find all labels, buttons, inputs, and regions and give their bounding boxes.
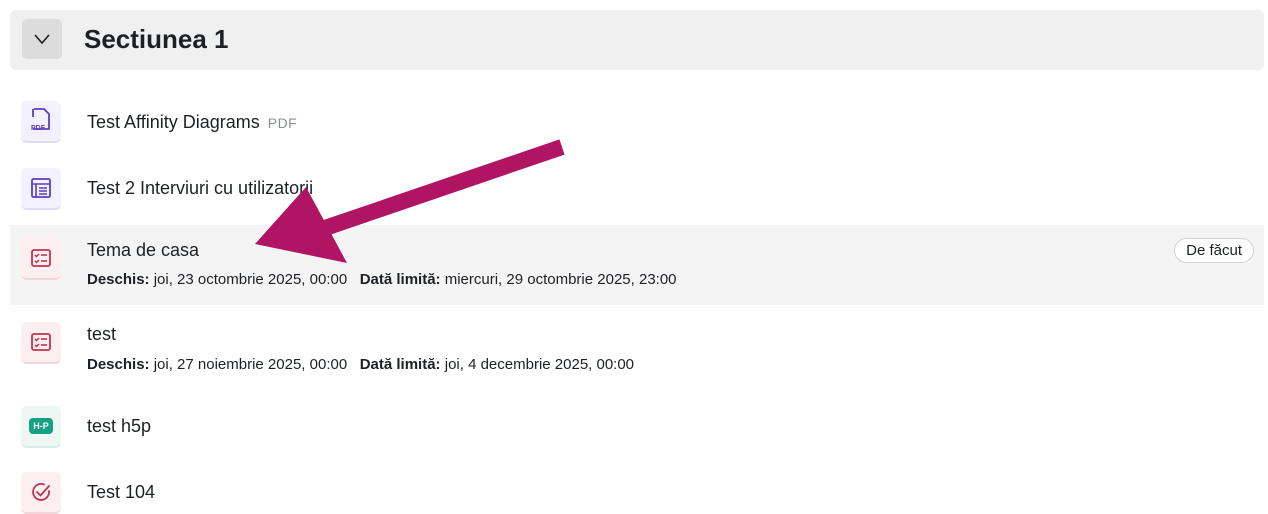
activity-item-assignment[interactable]: test Deschis: joi, 27 noiembrie 2025, 00… <box>10 316 1264 386</box>
activity-item-pdf[interactable]: PDF Test Affinity Diagrams PDF <box>10 98 1264 150</box>
activity-item-h5p[interactable]: H-P test h5p <box>10 402 1264 454</box>
section-title[interactable]: Sectiunea 1 <box>84 24 229 54</box>
assignment-icon <box>21 322 61 364</box>
activity-name[interactable]: Tema de casa <box>87 240 199 261</box>
status-badge: De făcut <box>1174 238 1254 263</box>
opened-value: joi, 23 octombrie 2025, 00:00 <box>153 271 348 288</box>
due-value: joi, 4 decembrie 2025, 00:00 <box>444 356 635 373</box>
assignment-icon <box>21 238 61 280</box>
h5p-icon-label: H-P <box>29 418 53 434</box>
svg-text:PDF: PDF <box>31 125 46 132</box>
opened-label: Deschis: <box>87 356 150 373</box>
due-label: Dată limită: <box>359 271 441 288</box>
due-label: Dată limită: <box>359 356 441 373</box>
activity-item-quiz[interactable]: Test 104 <box>10 468 1264 514</box>
activity-name[interactable]: Test Affinity Diagrams <box>87 112 260 132</box>
activity-item-assignment[interactable]: Tema de casa Deschis: joi, 23 octombrie … <box>10 225 1264 305</box>
activity-name[interactable]: Test 104 <box>87 482 155 503</box>
quiz-check-icon <box>21 472 61 514</box>
h5p-icon: H-P <box>21 406 61 448</box>
opened-label: Deschis: <box>87 271 150 288</box>
activity-title-link[interactable]: Test Affinity Diagrams PDF <box>87 112 297 133</box>
pdf-file-icon: PDF <box>21 101 61 143</box>
section-header: Sectiunea 1 <box>10 10 1264 70</box>
activity-item-page[interactable]: Test 2 Interviuri cu utilizatorii <box>10 164 1264 216</box>
activity-name[interactable]: test <box>87 324 116 345</box>
activity-dates: Deschis: joi, 23 octombrie 2025, 00:00 D… <box>87 271 677 288</box>
due-value: miercuri, 29 octombrie 2025, 23:00 <box>444 271 677 288</box>
activity-name[interactable]: Test 2 Interviuri cu utilizatorii <box>87 178 313 199</box>
activity-dates: Deschis: joi, 27 noiembrie 2025, 00:00 D… <box>87 356 634 373</box>
file-type-label: PDF <box>267 115 298 131</box>
collapse-section-button[interactable] <box>22 19 62 59</box>
page-icon <box>21 168 61 210</box>
chevron-down-icon <box>34 34 50 45</box>
activity-name[interactable]: test h5p <box>87 416 151 437</box>
opened-value: joi, 27 noiembrie 2025, 00:00 <box>153 356 348 373</box>
